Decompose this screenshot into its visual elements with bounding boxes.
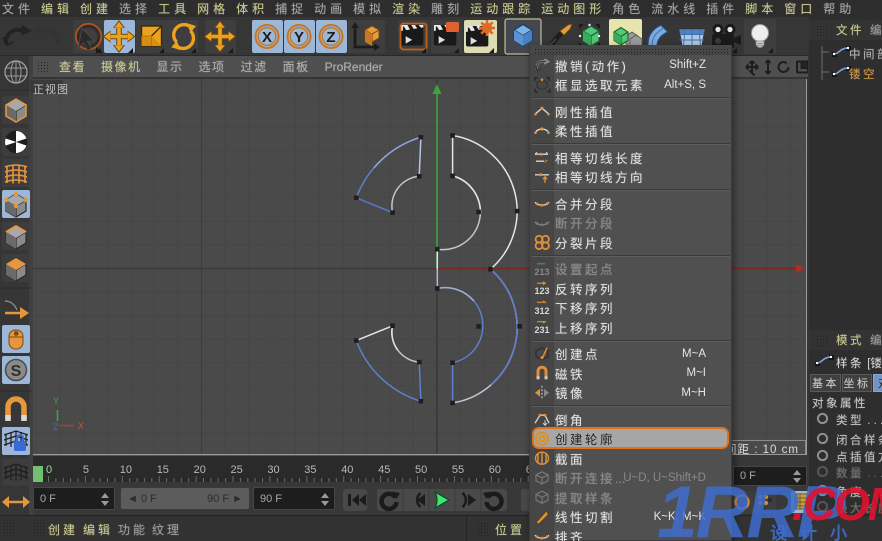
svg-text:312: 312 (534, 306, 549, 316)
svg-text:123: 123 (534, 286, 549, 296)
svg-text:231: 231 (534, 325, 549, 335)
svg-text:S: S (11, 363, 22, 380)
svg-text:Z: Z (326, 29, 335, 46)
svg-text:213: 213 (534, 267, 549, 277)
svg-text:Y: Y (294, 29, 304, 46)
svg-text:X: X (262, 29, 272, 46)
